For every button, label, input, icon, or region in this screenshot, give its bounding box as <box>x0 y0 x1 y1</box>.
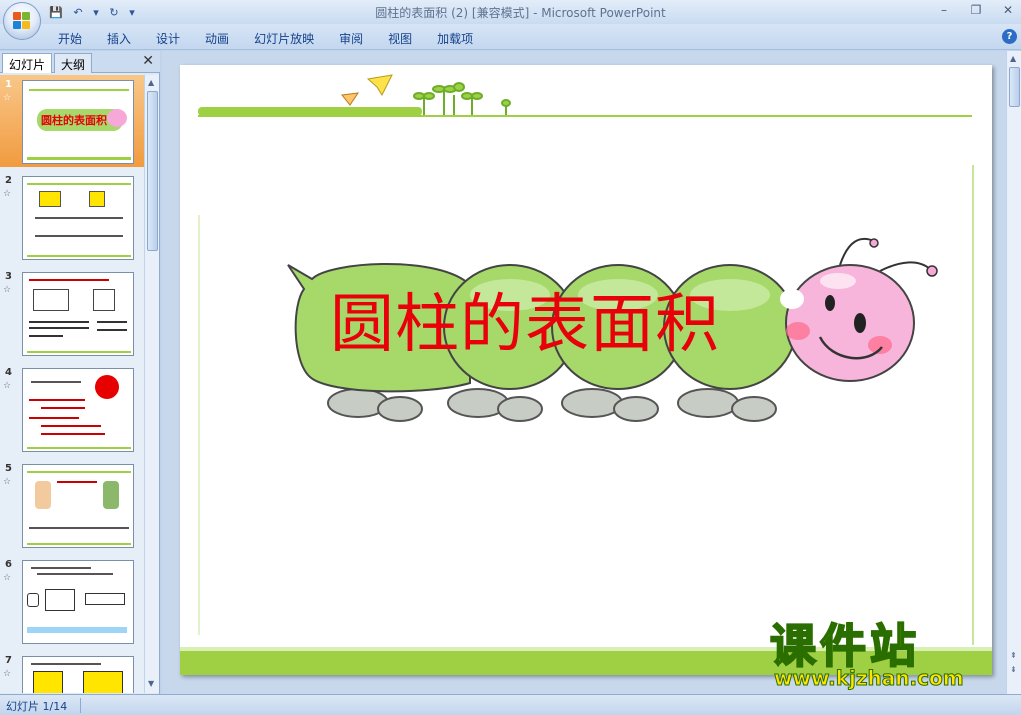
scroll-down-icon[interactable]: ▼ <box>148 679 154 688</box>
slide-number: 2 <box>5 175 12 186</box>
animation-star-icon: ☆ <box>3 93 12 103</box>
tab-review[interactable]: 审阅 <box>339 30 363 47</box>
office-logo-icon <box>13 12 31 30</box>
animation-star-icon: ☆ <box>3 285 12 295</box>
tab-slideshow[interactable]: 幻灯片放映 <box>254 30 314 47</box>
left-side-line <box>198 215 200 635</box>
slide-edit-area: 圆柱的表面积 <box>162 51 1006 694</box>
thumb-title: 圆柱的表面积 <box>41 114 107 127</box>
slides-pane: 幻灯片 大纲 ✕ 1 ☆ 圆柱的表面积 2 ☆ 3 ☆ 4 ☆ 5 ☆ 6 ☆ … <box>0 51 160 694</box>
animation-star-icon: ☆ <box>3 669 12 679</box>
box-outline-shape <box>33 289 69 311</box>
paper-plane-icon <box>366 74 393 97</box>
caterpillar-legs <box>327 388 777 422</box>
yellow-box-shape <box>33 671 63 693</box>
red-circle-shape <box>95 375 119 399</box>
powerpoint-window: 💾 ↶ ▾ ↻ ▾ 圆柱的表面积 (2) [兼容模式] - Microsoft … <box>0 0 1021 715</box>
window-title: 圆柱的表面积 (2) [兼容模式] - Microsoft PowerPoint <box>375 6 666 20</box>
animation-star-icon: ☆ <box>3 477 12 487</box>
slide-number: 5 <box>5 463 12 474</box>
sprouts-decoration <box>413 82 511 115</box>
close-pane-icon[interactable]: ✕ <box>142 53 154 69</box>
caterpillar-face-shape <box>107 109 127 127</box>
slide-preview <box>22 560 134 644</box>
slide-preview <box>22 368 134 452</box>
child-figure-shape <box>35 481 51 509</box>
child-figure-shape <box>103 481 119 509</box>
caterpillar-head <box>780 264 915 382</box>
ribbon-tab-bar: 开始 插入 设计 动画 幻灯片放映 审阅 视图 加载项 ? <box>0 24 1021 50</box>
slide-preview <box>22 656 134 693</box>
slide-preview <box>22 464 134 548</box>
slide-title[interactable]: 圆柱的表面积 <box>330 273 720 365</box>
scroll-up-icon[interactable]: ▲ <box>148 78 154 87</box>
slide-thumbnail-4[interactable]: 4 ☆ <box>0 363 144 455</box>
close-button[interactable]: ✕ <box>999 3 1017 17</box>
tab-design[interactable]: 设计 <box>156 30 180 47</box>
slide-thumbnail-5[interactable]: 5 ☆ <box>0 459 144 551</box>
antenna-tip <box>869 238 879 248</box>
help-icon[interactable]: ? <box>1002 29 1017 44</box>
kjzhan-watermark-logo: 课件站 www.kjzhan.com <box>769 610 1010 691</box>
top-green-line <box>198 115 972 117</box>
tab-insert[interactable]: 插入 <box>107 30 131 47</box>
slide-counter: 幻灯片 1/14 <box>6 700 68 713</box>
top-green-bar <box>198 107 422 116</box>
ribbon-tabs: 开始 插入 设计 动画 幻灯片放映 审阅 视图 加载项 <box>58 30 498 47</box>
watermark-url: www.kjzhan.com <box>774 666 965 691</box>
yellow-box-shape <box>83 671 123 693</box>
right-side-line <box>972 165 974 645</box>
slide-number: 6 <box>5 559 12 570</box>
paper-plane-icon <box>341 92 360 106</box>
title-bar: 💾 ↶ ▾ ↻ ▾ 圆柱的表面积 (2) [兼容模式] - Microsoft … <box>0 0 1021 24</box>
slide-preview: 圆柱的表面积 <box>22 80 134 164</box>
slide-preview <box>22 176 134 260</box>
slide-preview <box>22 272 134 356</box>
slide-thumbnail-3[interactable]: 3 ☆ <box>0 267 144 359</box>
cylinder-shape <box>27 593 39 607</box>
slide-thumbnail-6[interactable]: 6 ☆ <box>0 555 144 647</box>
cuboid-shape <box>39 191 61 207</box>
minimize-button[interactable]: – <box>935 3 953 17</box>
current-slide[interactable]: 圆柱的表面积 <box>180 65 992 675</box>
slide-area-scrollbar[interactable]: ▲ ⇞ ⇟ <box>1006 51 1021 694</box>
antenna-tip <box>926 265 938 277</box>
cube-shape <box>89 191 105 207</box>
rectangle-shape <box>85 593 125 605</box>
slide-thumbnail-2[interactable]: 2 ☆ <box>0 171 144 263</box>
slide-thumbnail-list: 1 ☆ 圆柱的表面积 2 ☆ 3 ☆ 4 ☆ 5 ☆ 6 ☆ 7 ☆ <box>0 75 144 693</box>
next-slide-icon[interactable]: ⇟ <box>1010 665 1017 674</box>
tab-outline[interactable]: 大纲 <box>54 53 93 73</box>
animation-star-icon: ☆ <box>3 381 12 391</box>
scrollbar-thumb[interactable] <box>147 91 158 251</box>
tab-slides[interactable]: 幻灯片 <box>2 53 53 73</box>
tab-home[interactable]: 开始 <box>58 30 82 47</box>
pane-tab-bar: 幻灯片 大纲 ✕ <box>0 51 160 73</box>
cube-outline-shape <box>93 289 115 311</box>
tab-view[interactable]: 视图 <box>388 30 412 47</box>
slides-pane-scrollbar[interactable]: ▲ ▼ <box>144 75 159 693</box>
slide-number: 7 <box>5 655 12 666</box>
previous-slide-icon[interactable]: ⇞ <box>1010 651 1017 660</box>
slide-number: 3 <box>5 271 12 282</box>
restore-button[interactable]: ❐ <box>967 3 985 17</box>
animation-star-icon: ☆ <box>3 573 12 583</box>
slide-number: 1 <box>5 79 12 90</box>
scrollbar-thumb[interactable] <box>1009 67 1020 107</box>
status-bar: 幻灯片 1/14 <box>0 694 1021 715</box>
animation-star-icon: ☆ <box>3 189 12 199</box>
slide-number: 4 <box>5 367 12 378</box>
formula-band-shape <box>27 627 127 633</box>
office-button[interactable] <box>3 2 41 40</box>
rectangle-shape <box>45 589 75 611</box>
tab-addins[interactable]: 加载项 <box>437 30 473 47</box>
scroll-up-icon[interactable]: ▲ <box>1010 54 1016 63</box>
tab-animations[interactable]: 动画 <box>205 30 229 47</box>
slide-thumbnail-7[interactable]: 7 ☆ <box>0 651 144 693</box>
slide-canvas <box>180 74 992 675</box>
window-controls: – ❐ ✕ <box>935 3 1017 17</box>
status-divider <box>80 698 81 713</box>
slide-thumbnail-1[interactable]: 1 ☆ 圆柱的表面积 <box>0 75 144 167</box>
